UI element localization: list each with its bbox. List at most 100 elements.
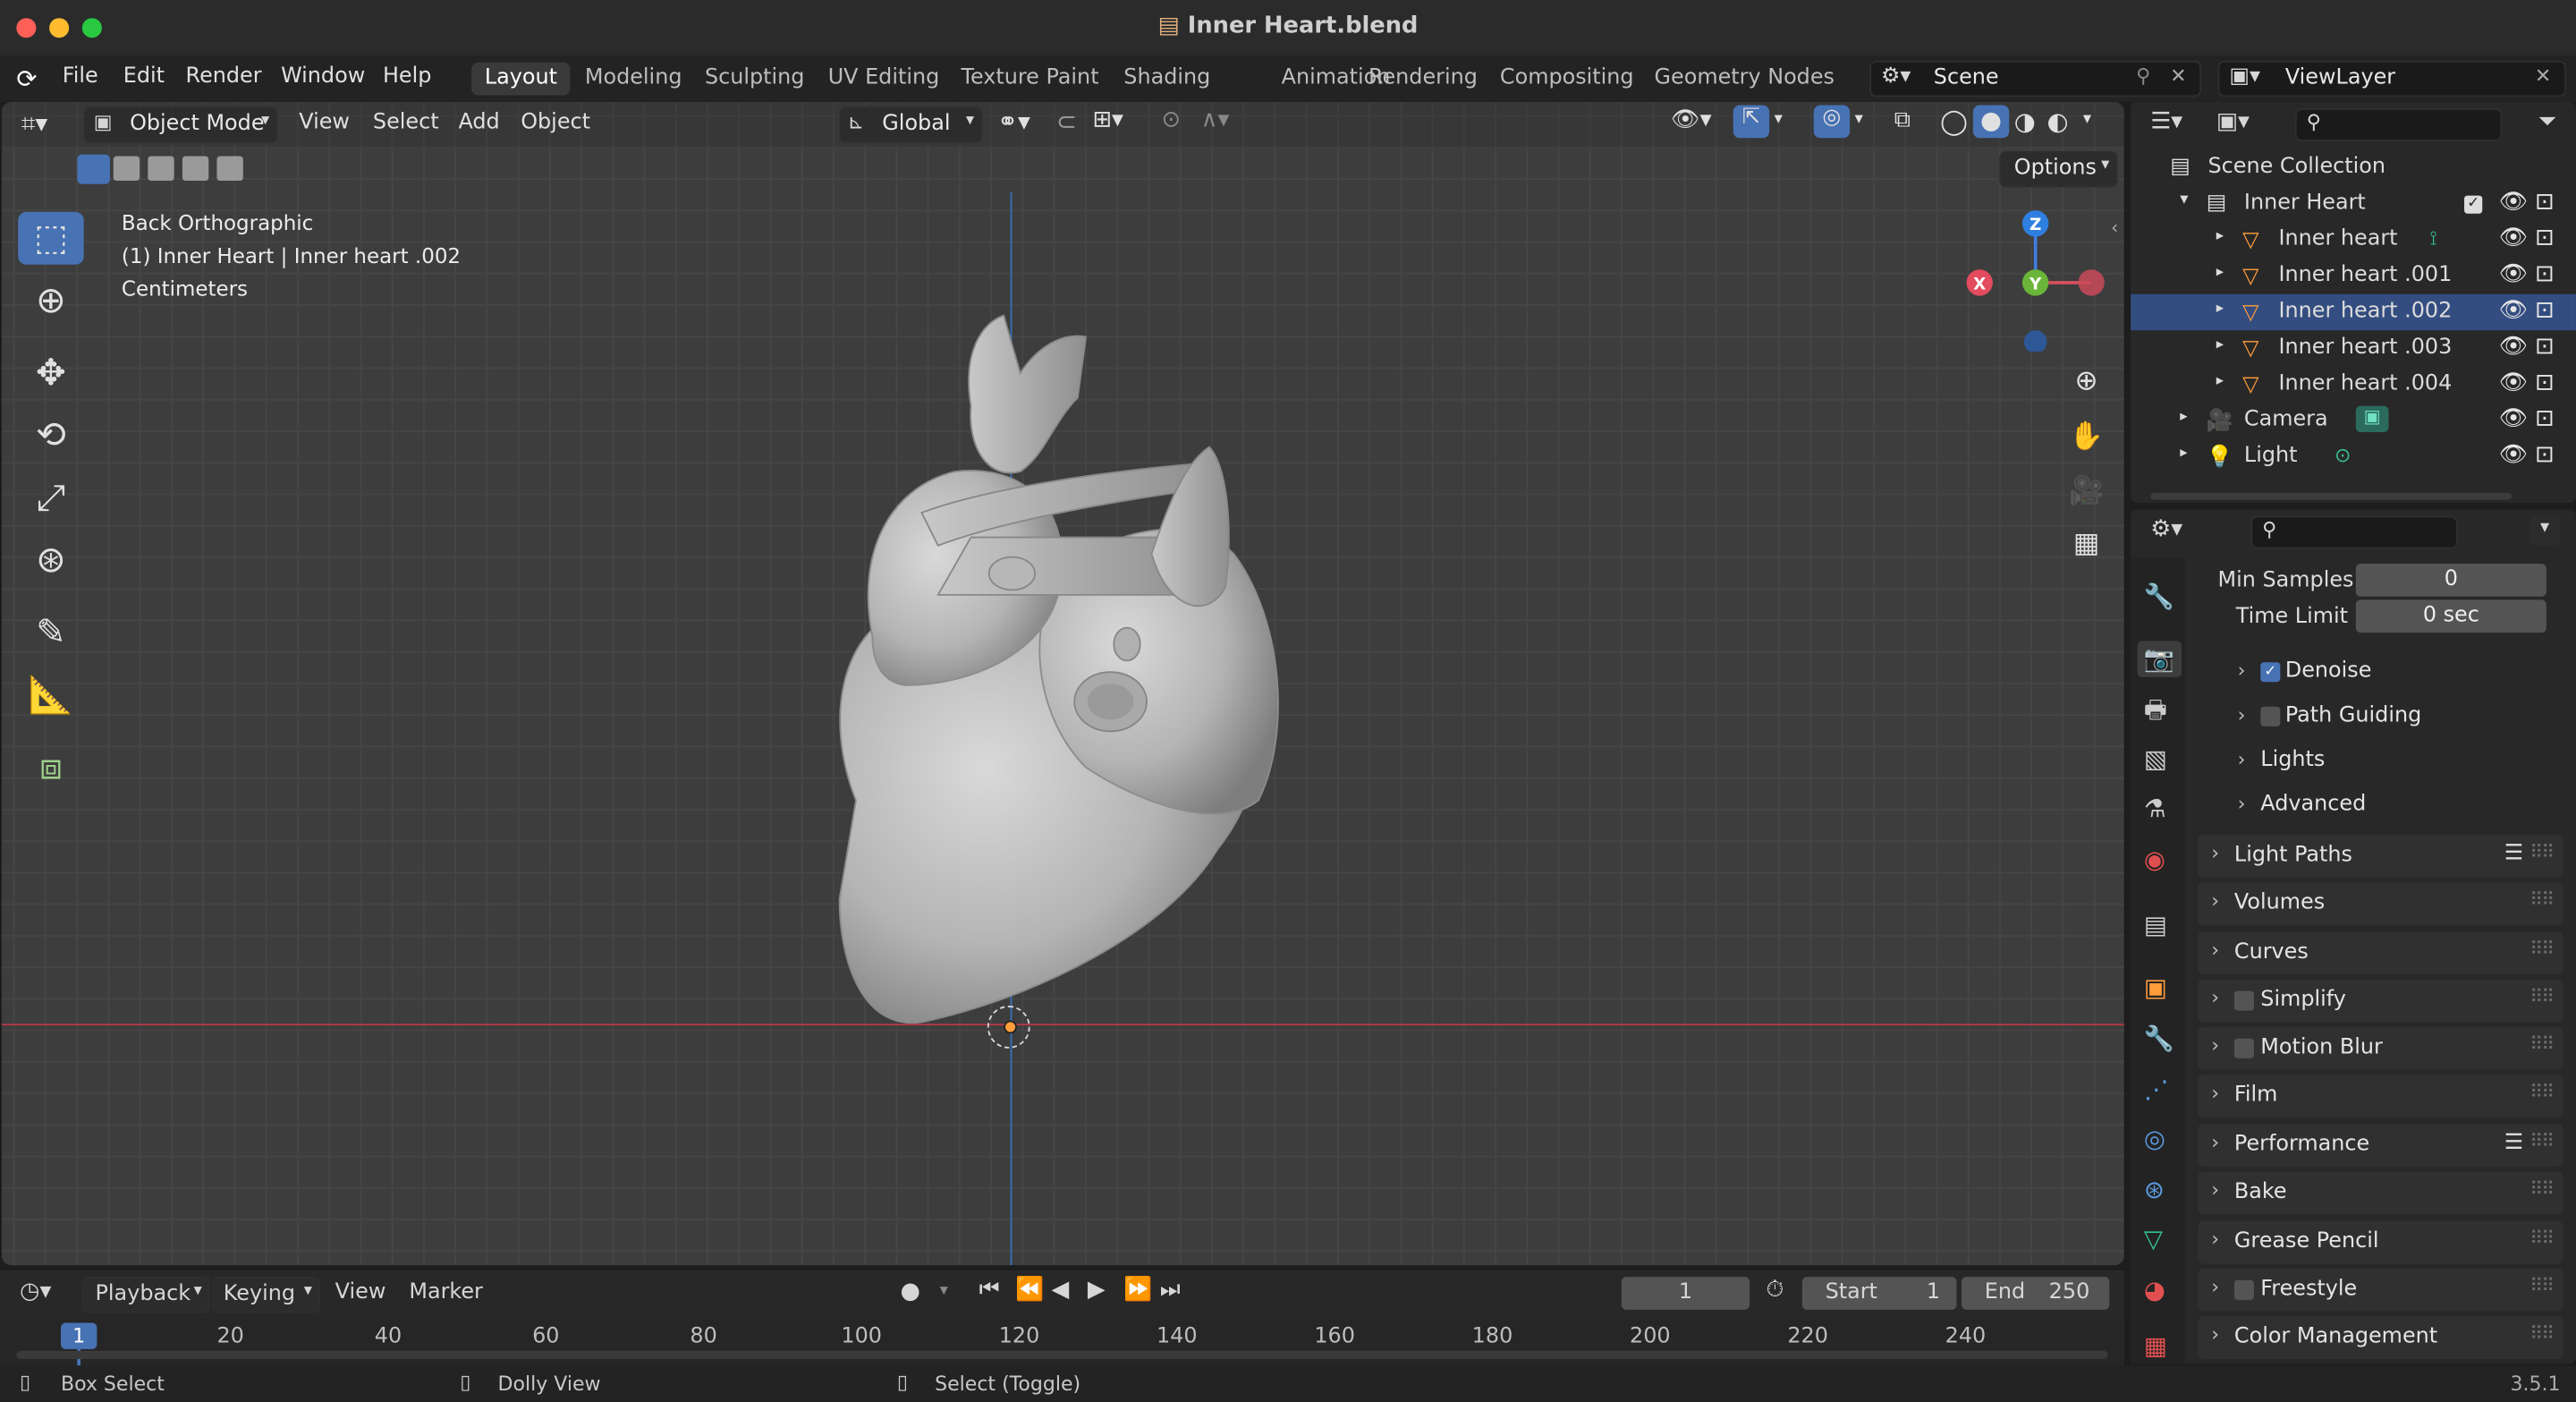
chevron-right-icon[interactable]: ▸ xyxy=(2180,446,2187,462)
playback-menu[interactable]: Playback ▾ xyxy=(81,1277,211,1313)
exclude-checkbox[interactable]: ✓ xyxy=(2464,195,2483,214)
overlays-toggle-icon[interactable]: ◎ xyxy=(1813,105,1851,139)
camera-render-icon[interactable]: ⊡ xyxy=(2535,370,2555,395)
presets-icon[interactable]: ☰ xyxy=(2504,841,2523,866)
snap-target-icon[interactable]: ⊞▾ xyxy=(1092,106,1123,132)
drag-handle-icon[interactable]: ⠿⠿ xyxy=(2529,1033,2555,1055)
transform-tool-icon[interactable]: ⊛ xyxy=(18,534,83,587)
close-icon[interactable]: ✕ xyxy=(2170,64,2186,88)
subpanel-denoise[interactable]: › ✓ Denoise xyxy=(2234,654,2563,693)
add-cube-tool-icon[interactable]: ⧈ xyxy=(18,741,83,794)
sidebar-expand-icon[interactable]: ‹ xyxy=(2111,217,2118,238)
playhead[interactable]: 1 xyxy=(60,1322,97,1349)
next-keyframe-icon[interactable]: ⏩ xyxy=(1123,1277,1152,1303)
panel-grease-pencil[interactable]: › Grease Pencil ⠿⠿ xyxy=(2198,1220,2563,1264)
drag-handle-icon[interactable]: ⠿⠿ xyxy=(2529,1178,2555,1200)
prev-keyframe-icon[interactable]: ⏪ xyxy=(1015,1277,1044,1303)
texture-tab-icon[interactable]: ▦ xyxy=(2144,1331,2167,1361)
snap-icon[interactable]: ⊂ xyxy=(1056,106,1077,136)
chevron-right-icon[interactable]: ▸ xyxy=(2216,228,2224,244)
solid-shading-icon[interactable]: ● xyxy=(1972,105,2010,139)
timeline-editor-icon[interactable]: ◷▾ xyxy=(20,1279,51,1304)
view-layer-selector[interactable]: ▣▾ ViewLayer ✕ xyxy=(2217,60,2566,98)
timeline-scrollbar[interactable] xyxy=(16,1350,2108,1359)
end-frame-field[interactable]: End 250 xyxy=(1962,1277,2110,1310)
render-tab-icon[interactable]: 📷 xyxy=(2137,641,2182,677)
scale-tool-icon[interactable]: ⤢ xyxy=(18,472,83,524)
menu-file[interactable]: File xyxy=(63,64,98,89)
camera-render-icon[interactable]: ⊡ xyxy=(2535,189,2555,215)
min-samples-field[interactable]: 0 xyxy=(2355,563,2546,597)
scene-selector[interactable]: ⚙▾ Scene ⚲ ✕ xyxy=(1869,60,2202,98)
timeline-menu-marker[interactable]: Marker xyxy=(409,1280,483,1305)
eye-icon[interactable]: 👁 xyxy=(2499,225,2529,251)
viewport-menu-object[interactable]: Object xyxy=(521,110,590,135)
chevron-down-icon[interactable]: ▾ xyxy=(1855,110,1863,128)
navigation-gizmo[interactable]: Z X Y xyxy=(1960,204,2107,353)
outliner-item-object[interactable]: ▸ ▽ Inner heart .001 👁 ⊡ xyxy=(2131,258,2576,293)
chevron-down-icon[interactable]: ▾ xyxy=(2529,515,2560,546)
eye-icon[interactable]: 👁 xyxy=(2499,189,2529,215)
tab-rendering[interactable]: Rendering xyxy=(1355,63,1490,96)
outliner-item-object[interactable]: ▸ ▽ Inner heart ⟟ 👁 ⊡ xyxy=(2131,222,2576,258)
drag-handle-icon[interactable]: ⠿⠿ xyxy=(2529,1275,2555,1296)
data-tab-icon[interactable]: ▽ xyxy=(2144,1224,2163,1253)
chevron-down-icon[interactable]: ▾ xyxy=(940,1282,948,1300)
ortho-grid-icon[interactable]: ▦ xyxy=(2065,523,2108,565)
options-dropdown[interactable]: Options ▾ xyxy=(1999,150,2118,188)
heart-model[interactable] xyxy=(774,307,1316,1030)
eye-icon[interactable]: 👁 xyxy=(2499,442,2529,468)
motion-blur-checkbox[interactable] xyxy=(2233,1038,2254,1058)
select-new-icon[interactable] xyxy=(77,154,111,184)
freestyle-checkbox[interactable] xyxy=(2233,1279,2254,1300)
eye-icon[interactable]: 👁 xyxy=(2499,334,2529,360)
annotate-tool-icon[interactable]: ✎ xyxy=(18,607,83,659)
tab-texture-paint[interactable]: Texture Paint xyxy=(948,63,1112,96)
jump-start-icon[interactable]: ⏮ xyxy=(979,1277,1000,1303)
menu-edit[interactable]: Edit xyxy=(123,64,165,89)
pin-icon[interactable]: ⚲ xyxy=(2136,64,2150,88)
jump-end-icon[interactable]: ⏭ xyxy=(1160,1277,1181,1303)
gizmo-toggle-icon[interactable]: ⇱ xyxy=(1733,105,1770,139)
simplify-checkbox[interactable] xyxy=(2233,990,2254,1011)
tab-geometry-nodes[interactable]: Geometry Nodes xyxy=(1641,63,1848,96)
collection-tab-icon[interactable]: ▤ xyxy=(2144,911,2167,940)
camera-render-icon[interactable]: ⊡ xyxy=(2535,406,2555,432)
outliner-item-object-selected[interactable]: ▸ ▽ Inner heart .002 👁 ⊡ xyxy=(2131,293,2576,331)
panel-performance[interactable]: › Performance ☰ ⠿⠿ xyxy=(2198,1124,2563,1168)
chevron-right-icon[interactable]: ▸ xyxy=(2216,373,2224,389)
tab-sculpting[interactable]: Sculpting xyxy=(691,63,818,96)
outliner-item-scene-collection[interactable]: ▤ Scene Collection xyxy=(2131,149,2576,185)
outliner-item-light[interactable]: ▸ 💡 Light ⊙ 👁 ⊡ xyxy=(2131,438,2576,474)
chevron-down-icon[interactable]: ▾ xyxy=(2083,110,2091,128)
pivot-point-icon[interactable]: ⚭▾ xyxy=(997,106,1030,136)
viewport-menu-add[interactable]: Add xyxy=(458,110,499,135)
modifier-tab-icon[interactable]: 🔧 xyxy=(2144,1024,2174,1053)
panel-motion-blur[interactable]: › Motion Blur ⠿⠿ xyxy=(2198,1026,2563,1070)
eye-icon[interactable]: 👁 xyxy=(2499,297,2529,323)
light-data-icon[interactable]: ⊙ xyxy=(2334,444,2351,467)
menu-window[interactable]: Window xyxy=(281,64,365,89)
measure-tool-icon[interactable]: 📐 xyxy=(18,669,83,722)
panel-simplify[interactable]: › Simplify ⠿⠿ xyxy=(2198,979,2563,1023)
output-tab-icon[interactable]: 🖶 xyxy=(2144,693,2167,735)
auto-keying-icon[interactable]: ● xyxy=(901,1279,920,1304)
eye-icon[interactable]: 👁 xyxy=(2499,406,2529,432)
material-tab-icon[interactable]: ◕ xyxy=(2144,1275,2165,1304)
viewport-menu-view[interactable]: View xyxy=(299,110,350,135)
object-tab-icon[interactable]: ▣ xyxy=(2144,973,2167,1002)
outliner-search-input[interactable]: ⚲ xyxy=(2294,108,2503,141)
drag-handle-icon[interactable]: ⠿⠿ xyxy=(2529,841,2555,862)
play-icon[interactable]: ▶ xyxy=(1088,1277,1106,1303)
play-reverse-icon[interactable]: ◀ xyxy=(1051,1277,1069,1303)
mode-dropdown[interactable]: ▣ Object Mode ▾ xyxy=(83,106,278,143)
time-limit-field[interactable]: 0 sec xyxy=(2355,599,2546,633)
tool-tab-icon[interactable]: 🔧 xyxy=(2144,582,2174,611)
chevron-right-icon[interactable]: ▸ xyxy=(2216,265,2224,281)
drag-handle-icon[interactable]: ⠿⠿ xyxy=(2529,986,2555,1007)
eye-icon[interactable]: 👁 xyxy=(2499,370,2529,395)
camera-render-icon[interactable]: ⊡ xyxy=(2535,225,2555,251)
view-layer-tab-icon[interactable]: ▧ xyxy=(2144,744,2167,774)
timeline-menu-view[interactable]: View xyxy=(335,1280,386,1305)
rendered-shading-icon[interactable]: ◐ xyxy=(2047,106,2069,136)
